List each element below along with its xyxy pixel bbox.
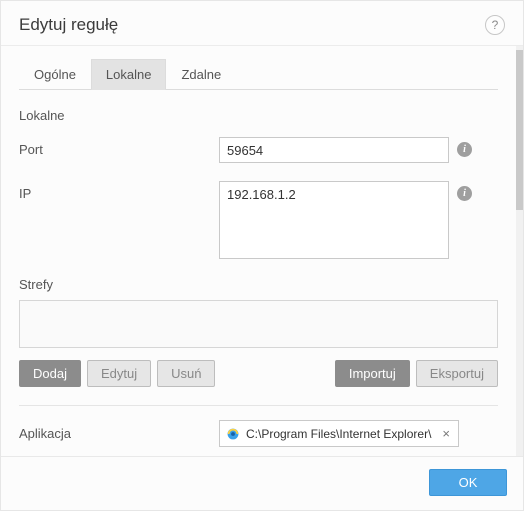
scrollbar-thumb[interactable] (516, 50, 523, 210)
add-button[interactable]: Dodaj (19, 360, 81, 387)
internet-explorer-icon (226, 427, 240, 441)
ip-textarea[interactable]: 192.168.1.2 (219, 181, 449, 259)
info-icon[interactable]: i (457, 142, 472, 157)
port-label: Port (19, 137, 219, 157)
import-button[interactable]: Importuj (335, 360, 410, 387)
ok-button[interactable]: OK (429, 469, 507, 496)
info-icon[interactable]: i (457, 186, 472, 201)
content-wrap: Ogólne Lokalne Zdalne Lokalne Port i IP … (1, 45, 523, 456)
titlebar: Edytuj regułę ? (1, 1, 523, 45)
zones-button-row: Dodaj Edytuj Usuń Importuj Eksportuj (19, 360, 498, 387)
application-row: Aplikacja C:\Program Files\Internet Expl… (19, 420, 498, 447)
dialog-footer: OK (1, 456, 523, 510)
application-field[interactable]: C:\Program Files\Internet Explorer\ × (219, 420, 459, 447)
application-label: Aplikacja (19, 426, 219, 441)
zones-listbox[interactable] (19, 300, 498, 348)
vertical-scrollbar[interactable] (516, 46, 523, 456)
export-button: Eksportuj (416, 360, 498, 387)
dialog-title: Edytuj regułę (19, 15, 118, 35)
local-section-header: Lokalne (19, 108, 498, 123)
divider (19, 405, 498, 406)
ip-label: IP (19, 181, 219, 201)
delete-button: Usuń (157, 360, 215, 387)
edit-button: Edytuj (87, 360, 151, 387)
tabs: Ogólne Lokalne Zdalne (19, 58, 498, 90)
help-icon[interactable]: ? (485, 15, 505, 35)
application-path: C:\Program Files\Internet Explorer\ (246, 427, 434, 441)
tab-local[interactable]: Lokalne (91, 59, 167, 90)
tab-general[interactable]: Ogólne (19, 59, 91, 90)
edit-rule-dialog: Edytuj regułę ? Ogólne Lokalne Zdalne Lo… (0, 0, 524, 511)
clear-application-icon[interactable]: × (440, 426, 452, 441)
zones-label: Strefy (19, 277, 498, 292)
local-panel: Lokalne Port i IP 192.168.1.2 i Strefy (19, 90, 498, 447)
ip-row: IP 192.168.1.2 i (19, 181, 498, 259)
content-area: Ogólne Lokalne Zdalne Lokalne Port i IP … (1, 46, 516, 456)
tab-remote[interactable]: Zdalne (166, 59, 236, 90)
port-row: Port i (19, 137, 498, 163)
port-input[interactable] (219, 137, 449, 163)
